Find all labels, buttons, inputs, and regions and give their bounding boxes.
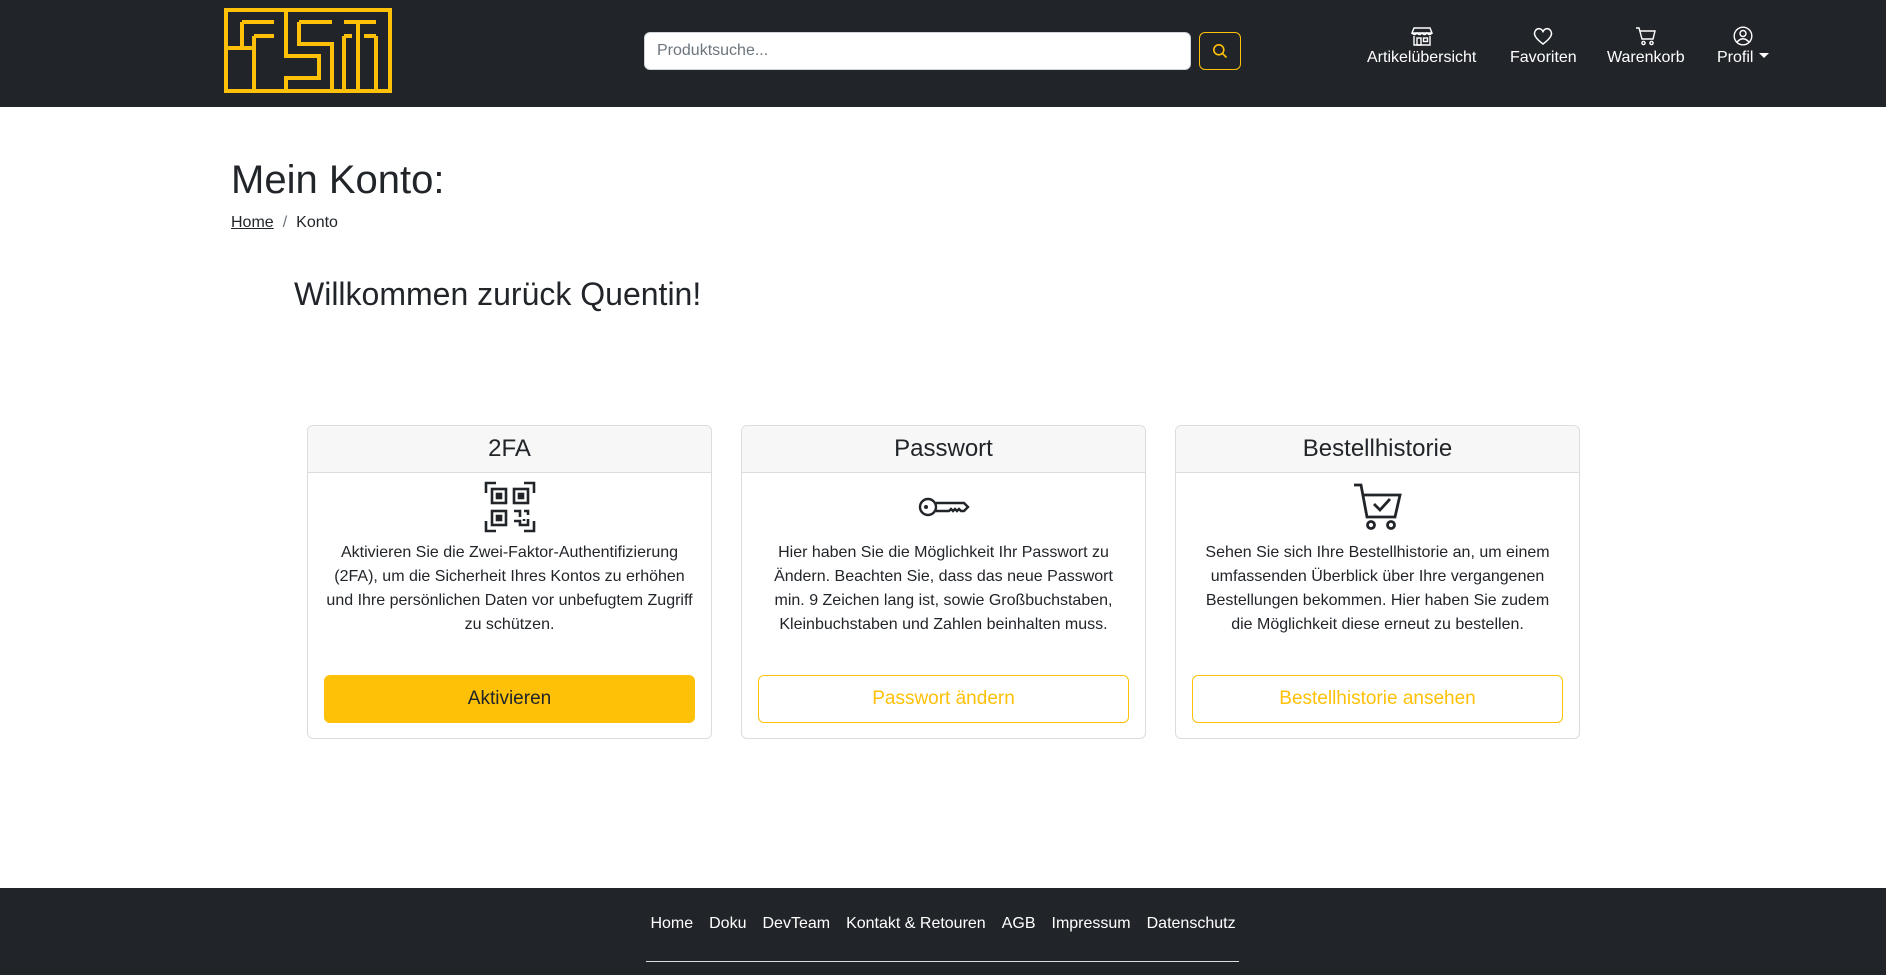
nav-profil-dropdown[interactable]: Profil (1717, 26, 1770, 67)
footer-link-doku[interactable]: Doku (709, 915, 746, 933)
breadcrumb-current: Konto (296, 214, 338, 231)
footer: Home Doku DevTeam Kontakt & Retouren AGB… (0, 888, 1886, 975)
card-title: Bestellhistorie (1176, 426, 1579, 473)
store-icon (1410, 27, 1433, 46)
footer-link-home[interactable]: Home (650, 915, 693, 933)
chevron-down-icon (1759, 53, 1770, 59)
search-input[interactable] (644, 32, 1191, 70)
breadcrumb: Home / Konto (231, 214, 338, 232)
footer-link-datenschutz[interactable]: Datenschutz (1147, 915, 1236, 933)
footer-divider (646, 961, 1239, 962)
nav-warenkorb[interactable]: Warenkorb (1607, 26, 1685, 67)
search-icon (1213, 44, 1228, 59)
cart-icon (1635, 27, 1656, 46)
nav-label: Warenkorb (1607, 49, 1685, 66)
card-description: Aktivieren Sie die Zwei-Faktor-Authentif… (326, 544, 693, 633)
footer-link-impressum[interactable]: Impressum (1052, 915, 1131, 933)
card-order-history: Bestellhistorie Sehen Sie sich Ihre Best… (1175, 425, 1580, 739)
nav-label: Profil (1717, 49, 1770, 67)
logo[interactable] (224, 8, 392, 93)
activate-2fa-button[interactable]: Aktivieren (324, 675, 695, 723)
heart-icon (1534, 27, 1553, 45)
breadcrumb-separator: / (282, 214, 288, 231)
cart-check-icon (1353, 483, 1402, 530)
top-navbar: Artikelübersicht Favoriten Warenkorb Pro… (0, 0, 1886, 107)
card-description: Hier haben Sie die Möglichkeit Ihr Passw… (774, 544, 1113, 633)
nav-favoriten[interactable]: Favoriten (1510, 26, 1577, 67)
footer-link-devteam[interactable]: DevTeam (762, 915, 830, 933)
user-circle-icon (1733, 26, 1753, 46)
card-description: Sehen Sie sich Ihre Bestellhistorie an, … (1205, 544, 1550, 633)
profil-label: Profil (1717, 49, 1754, 66)
card-password: Passwort Hier haben Sie die Möglichkeit … (741, 425, 1146, 739)
footer-link-kontakt[interactable]: Kontakt & Retouren (846, 915, 986, 933)
footer-link-agb[interactable]: AGB (1002, 915, 1036, 933)
view-order-history-button[interactable]: Bestellhistorie ansehen (1192, 675, 1563, 723)
card-title: Passwort (742, 426, 1145, 473)
card-icon-wrap (1176, 473, 1579, 541)
nav-label: Artikelübersicht (1367, 49, 1477, 66)
footer-links: Home Doku DevTeam Kontakt & Retouren AGB… (0, 915, 1886, 933)
nav-artikeluebersicht[interactable]: Artikelübersicht (1367, 26, 1476, 67)
breadcrumb-home-link[interactable]: Home (231, 214, 274, 232)
page-title: Mein Konto: (231, 158, 445, 202)
card-2fa: 2FA Aktivieren Sie die Zwei-Faktor-Authe… (307, 425, 712, 739)
card-icon-wrap (742, 473, 1145, 541)
nav-label: Favoriten (1510, 49, 1577, 66)
key-icon (918, 497, 970, 517)
search-button[interactable] (1199, 32, 1241, 70)
welcome-heading: Willkommen zurück Quentin! (294, 276, 702, 312)
qr-code-icon (484, 481, 535, 533)
card-title: 2FA (308, 426, 711, 473)
card-icon-wrap (308, 473, 711, 541)
change-password-button[interactable]: Passwort ändern (758, 675, 1129, 723)
